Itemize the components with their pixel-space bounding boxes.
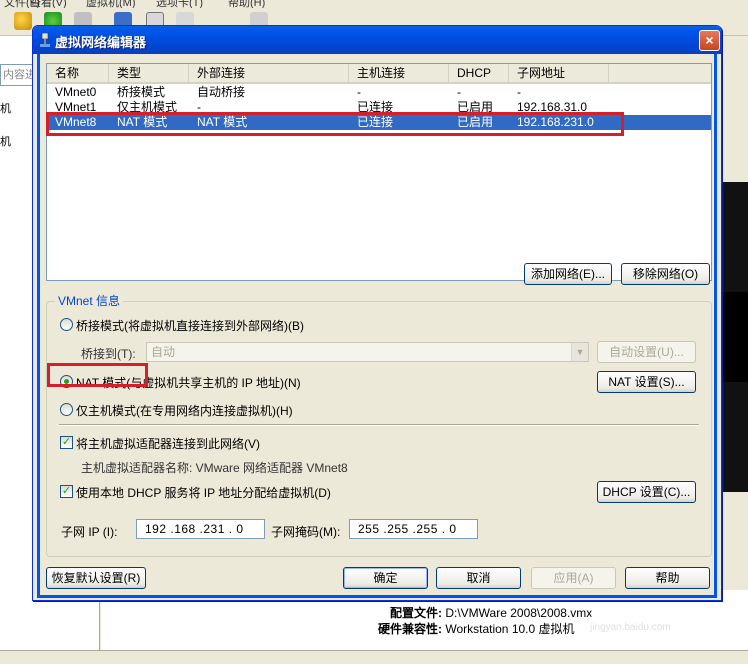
cancel-button[interactable]: 取消 (436, 567, 521, 589)
menu-help[interactable]: 帮助(H) (228, 0, 265, 8)
use-dhcp-label[interactable]: 使用本地 DHCP 服务将 IP 地址分配给虚拟机(D) (76, 484, 331, 501)
column-header-subnet[interactable]: 子网地址 (509, 64, 609, 82)
config-file-info: 配置文件: D:\VMWare 2008\2008.vmx (390, 604, 592, 621)
bridge-mode-label[interactable]: 桥接模式(将虚拟机直接连接到外部网络)(B) (76, 317, 304, 334)
config-file-label: 配置文件: (390, 606, 442, 620)
host-only-radio[interactable] (60, 403, 73, 416)
remove-network-button[interactable]: 移除网络(O) (621, 263, 710, 285)
chevron-down-icon[interactable]: ▼ (571, 343, 588, 361)
apply-button[interactable]: 应用(A) (531, 567, 616, 589)
network-row-vmnet0[interactable]: VMnet0 桥接模式 自动桥接 - - - (47, 85, 711, 100)
ok-button[interactable]: 确定 (343, 567, 428, 589)
auto-settings-button[interactable]: 自动设置(U)... (597, 341, 696, 363)
subnet-mask-input[interactable]: 255 .255 .255 . 0 (349, 519, 478, 539)
cell-subnet: - (517, 85, 521, 99)
status-bar (0, 650, 748, 664)
library-search-input[interactable]: 内容进 (0, 64, 34, 86)
network-icon (40, 33, 50, 47)
subnet-ip-label: 子网 IP (I): (61, 525, 118, 539)
config-file-value: D:\VMWare 2008\2008.vmx (445, 606, 593, 620)
column-header-type[interactable]: 类型 (109, 64, 189, 82)
menu-view[interactable]: 查看(V) (30, 0, 67, 8)
cell-name: VMnet0 (55, 85, 97, 99)
menu-vm[interactable]: 虚拟机(M) (86, 0, 136, 8)
bridge-to-label: 桥接到(T): (81, 347, 136, 361)
subnet-ip-input[interactable]: 192 .168 .231 . 0 (136, 519, 265, 539)
column-header-dhcp[interactable]: DHCP (449, 64, 509, 82)
network-list-header: 名称 类型 外部连接 主机连接 DHCP 子网地址 (47, 64, 711, 84)
cell-external: 自动桥接 (197, 85, 246, 99)
nat-settings-button[interactable]: NAT 设置(S)... (597, 371, 696, 393)
bridge-to-value: 自动 (151, 345, 176, 359)
highlight-box-vmnet8 (46, 112, 624, 136)
dialog-titlebar[interactable]: 虚拟网络编辑器 × (33, 26, 721, 54)
bridge-mode-radio[interactable] (60, 318, 73, 331)
highlight-box-nat (47, 363, 148, 387)
connect-adapter-checkbox[interactable]: ✓ (60, 436, 73, 449)
subnet-mask-label: 子网掩码(M): (271, 525, 341, 539)
hardware-compat-info: 硬件兼容性: Workstation 10.0 虚拟机 (378, 620, 575, 637)
host-only-label[interactable]: 仅主机模式(在专用网络内连接虚拟机)(H) (76, 402, 293, 419)
dhcp-settings-button[interactable]: DHCP 设置(C)... (597, 481, 696, 503)
vmnet-info-title: VMnet 信息 (55, 292, 124, 309)
help-button[interactable]: 帮助 (625, 567, 710, 589)
use-dhcp-checkbox[interactable]: ✓ (60, 485, 73, 498)
watermark-subtext: jingyan.baidu.com (590, 622, 671, 633)
column-header-name[interactable]: 名称 (47, 64, 109, 82)
hardware-compat-label: 硬件兼容性: (378, 622, 442, 636)
restore-defaults-button[interactable]: 恢复默认设置(R) (46, 567, 146, 589)
adapter-name-text: 主机虚拟适配器名称: VMware 网络适配器 VMnet8 (81, 461, 348, 475)
column-header-host-connection[interactable]: 主机连接 (349, 64, 449, 82)
cell-host-connection: - (357, 85, 361, 99)
virtual-network-editor-dialog: 虚拟网络编辑器 × 名称 类型 外部连接 主机连接 DHCP 子网地址 VMne… (32, 25, 722, 601)
hardware-compat-value: Workstation 10.0 虚拟机 (445, 622, 575, 636)
library-item[interactable]: 机 (0, 100, 11, 116)
dialog-title: 虚拟网络编辑器 (55, 35, 147, 50)
connect-adapter-label[interactable]: 将主机虚拟适配器连接到此网络(V) (76, 435, 260, 452)
cell-type: 桥接模式 (117, 85, 166, 99)
bridge-to-select[interactable]: 自动 ▼ (146, 342, 589, 362)
separator (59, 424, 699, 426)
new-vm-icon[interactable] (14, 12, 32, 30)
column-header-external[interactable]: 外部连接 (189, 64, 349, 82)
network-list[interactable]: 名称 类型 外部连接 主机连接 DHCP 子网地址 VMnet0 桥接模式 自动… (46, 63, 712, 281)
background-menubar: 文件(F) 查看(V) 虚拟机(M) 选项卡(T) 帮助(H) (0, 0, 748, 8)
menu-tabs[interactable]: 选项卡(T) (156, 0, 203, 8)
library-item[interactable]: 机 (0, 133, 11, 149)
close-button[interactable]: × (699, 30, 720, 51)
add-network-button[interactable]: 添加网络(E)... (524, 263, 612, 285)
cell-dhcp: - (457, 85, 461, 99)
